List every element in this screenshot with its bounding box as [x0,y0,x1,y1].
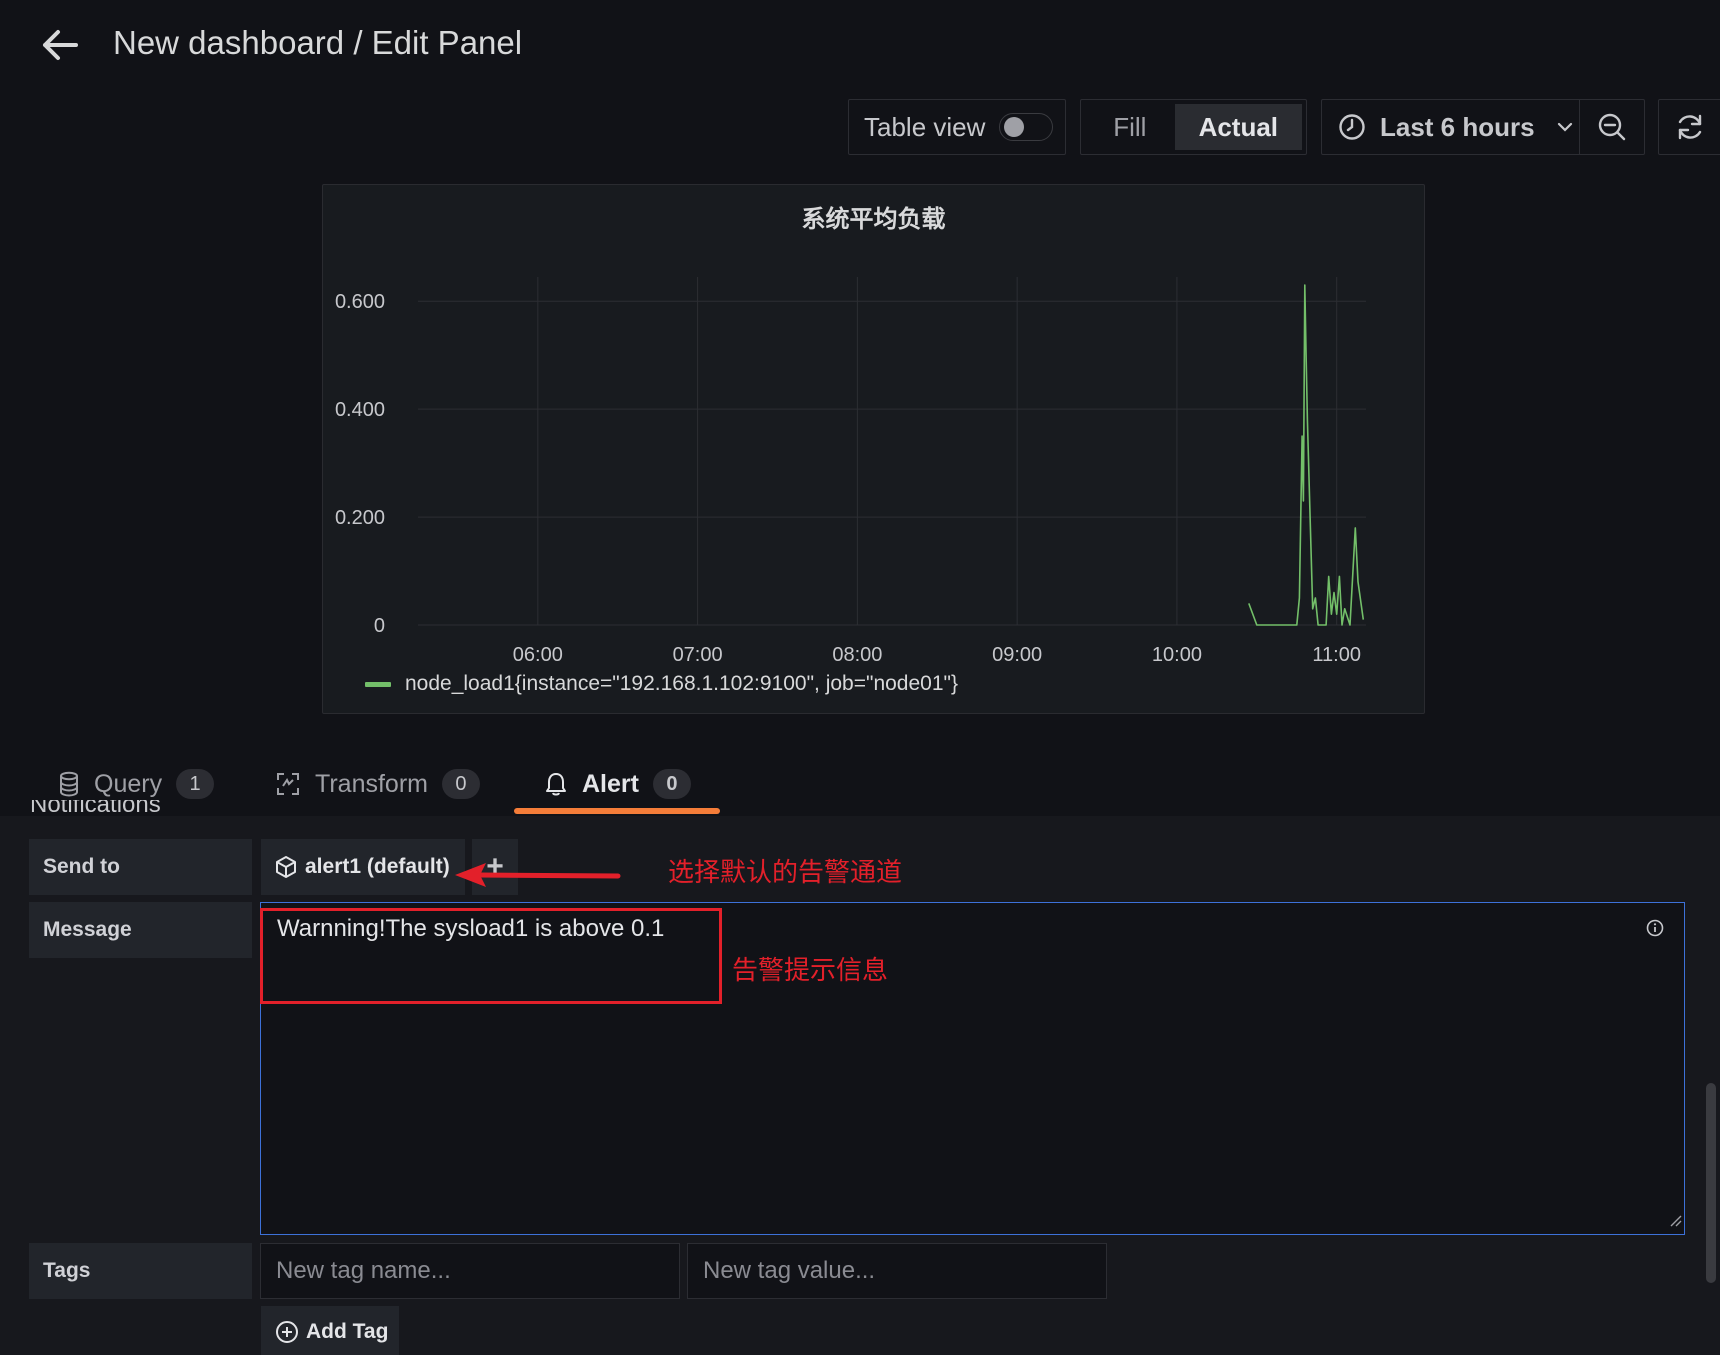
time-range-label: Last 6 hours [1380,111,1535,142]
refresh-button[interactable] [1658,99,1720,155]
resize-handle-icon[interactable] [1668,1213,1682,1232]
legend-label: node_load1{instance="192.168.1.102:9100"… [405,672,958,695]
y-tick-label: 0.400 [335,399,385,421]
tab-alert-count: 0 [652,769,691,799]
send-to-annotation: 选择默认的告警通道 [668,857,903,887]
x-tick-label: 07:00 [673,644,723,666]
message-annotation: 告警提示信息 [732,955,889,985]
add-tag-button[interactable]: Add Tag [261,1306,399,1355]
notification-channel-label: alert1 (default) [305,855,450,878]
tags-label: Tags [29,1243,252,1299]
refresh-icon [1675,112,1705,142]
editor-tabs: Query 1 Transform 0 Alert 0 [0,752,1720,816]
bell-icon [544,771,568,797]
notification-channel-button[interactable]: alert1 (default) [261,839,465,895]
tab-alert[interactable]: Alert 0 [544,752,691,816]
scrollbar[interactable] [1706,1083,1716,1283]
y-tick-label: 0.200 [335,507,385,529]
add-tag-label: Add Tag [306,1320,389,1343]
transform-icon [275,771,301,797]
x-tick-label: 11:00 [1312,644,1361,666]
tag-value-input[interactable]: New tag value... [687,1243,1107,1299]
y-tick-label: 0.600 [335,291,385,313]
table-view-switch[interactable] [999,113,1054,141]
chevron-down-icon [1557,122,1573,132]
tab-transform-count: 0 [441,769,480,799]
fill-option[interactable]: Fill [1085,104,1175,150]
annotation-arrow-icon [455,863,621,887]
tag-name-input[interactable]: New tag name... [260,1243,680,1299]
zoom-out-icon [1597,112,1627,142]
page-title: New dashboard / Edit Panel [113,24,523,61]
plus-circle-icon [275,1320,299,1344]
time-range-button[interactable]: Last 6 hours [1322,100,1581,154]
tab-alert-label: Alert [582,769,639,798]
series-line [1248,284,1365,626]
switch-knob [1004,117,1025,137]
send-to-label: Send to [29,839,252,895]
clock-icon [1338,113,1366,141]
x-tick-label: 09:00 [992,644,1042,666]
tab-transform[interactable]: Transform 0 [275,752,480,816]
message-label: Message [29,902,252,958]
actual-option[interactable]: Actual [1174,104,1302,150]
active-tab-indicator [514,808,720,814]
table-view-label: Table view [864,111,986,142]
zoom-out-button[interactable] [1580,100,1644,154]
panel-toolbar: Table view Fill Actual Last 6 hours [0,99,1720,157]
database-icon [58,771,80,797]
cube-icon [275,855,297,879]
x-tick-label: 10:00 [1152,644,1202,666]
line-chart[interactable]: 0 0.200 0.400 0.600 06:00 07:00 08:00 09:00 10:0… [323,185,1426,715]
tab-query-count: 1 [176,769,215,799]
table-view-toggle[interactable]: Table view [848,99,1066,155]
time-range-picker: Last 6 hours [1321,99,1645,155]
fill-actual-selector: Fill Actual [1080,99,1307,155]
x-tick-label: 06:00 [513,644,563,666]
message-annotation-box [260,908,722,1004]
legend-swatch [365,681,391,687]
x-tick-label: 08:00 [832,644,882,666]
graph-panel: 系统平均负载 0 0.200 0.400 0.600 06:00 07:00 08:00 09… [322,184,1425,714]
notifications-heading: Notifications [30,800,161,818]
tab-transform-label: Transform [315,769,428,798]
back-arrow-icon[interactable] [36,22,84,68]
legend[interactable]: node_load1{instance="192.168.1.102:9100"… [365,672,958,696]
tab-query-label: Query [94,769,163,798]
header: New dashboard / Edit Panel [0,0,1720,90]
info-icon[interactable] [1646,919,1664,942]
y-tick-label: 0 [374,615,385,637]
